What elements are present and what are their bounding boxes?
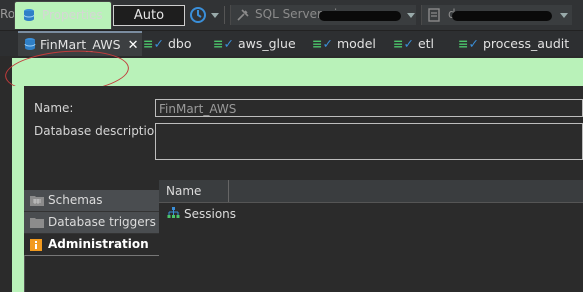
tab-etl[interactable]: ≡✓ etl	[393, 31, 434, 56]
name-label: Name:	[34, 101, 74, 115]
check-icon: ✓	[223, 36, 234, 51]
database-description-label: Database description:	[34, 124, 166, 138]
panel-border	[12, 86, 24, 292]
nav-item-database-triggers[interactable]: Database triggers	[24, 212, 159, 234]
database-file-icon	[428, 8, 440, 22]
redaction-scribble	[319, 11, 401, 21]
active-database-selector[interactable]: d	[421, 5, 572, 25]
plug-icon	[237, 9, 249, 21]
check-icon: ✓	[322, 36, 333, 51]
column-header-name[interactable]: Name	[159, 180, 229, 202]
schema-icon: ≡	[312, 36, 323, 51]
sessions-icon	[167, 207, 180, 218]
close-icon[interactable]: ✕	[128, 34, 139, 57]
tab-dbo[interactable]: ≡✓ dbo	[143, 31, 192, 56]
tab-properties[interactable]: Properties	[14, 1, 112, 29]
chevron-down-icon[interactable]	[560, 13, 568, 18]
check-icon: ✓	[468, 36, 479, 51]
active-connection-selector[interactable]: SQL Server - i	[230, 5, 416, 25]
database-icon	[24, 38, 36, 50]
administration-icon	[30, 239, 42, 251]
tab-process-audit[interactable]: ≡✓ process_audit	[458, 31, 569, 56]
chevron-down-icon[interactable]	[211, 13, 219, 18]
nav-item-administration[interactable]: Administration	[24, 234, 159, 256]
dbeaver-editor-window: Rollback Auto SQL Server - i	[0, 0, 583, 292]
schema-icon: ≡	[213, 36, 224, 51]
administration-grid: Name Sessions	[159, 180, 583, 292]
database-description-field[interactable]	[155, 123, 583, 160]
toolbar-separator	[224, 6, 225, 24]
tab-model[interactable]: ≡✓ model	[312, 31, 376, 56]
tab-aws-glue[interactable]: ≡✓ aws_glue	[213, 31, 296, 56]
schema-icon: ≡	[393, 36, 404, 51]
name-field[interactable]: FinMart_AWS	[155, 99, 583, 117]
nav-item-schemas[interactable]: Schemas	[24, 190, 159, 212]
schema-icon: ≡	[143, 36, 154, 51]
history-clock-icon[interactable]	[188, 5, 208, 25]
grid-header: Name	[159, 180, 583, 203]
schemas-folder-icon	[30, 196, 44, 206]
check-icon: ✓	[153, 36, 164, 51]
check-icon: ✓	[403, 36, 414, 51]
database-icon	[23, 9, 35, 21]
folder-icon	[30, 218, 44, 228]
nav-empty-area	[24, 255, 160, 292]
list-item-sessions[interactable]: Sessions	[167, 206, 236, 222]
commit-mode-selector[interactable]: Auto	[113, 5, 185, 26]
schema-icon: ≡	[458, 36, 469, 51]
redaction-scribble	[452, 11, 552, 21]
chevron-down-icon[interactable]	[407, 13, 415, 18]
